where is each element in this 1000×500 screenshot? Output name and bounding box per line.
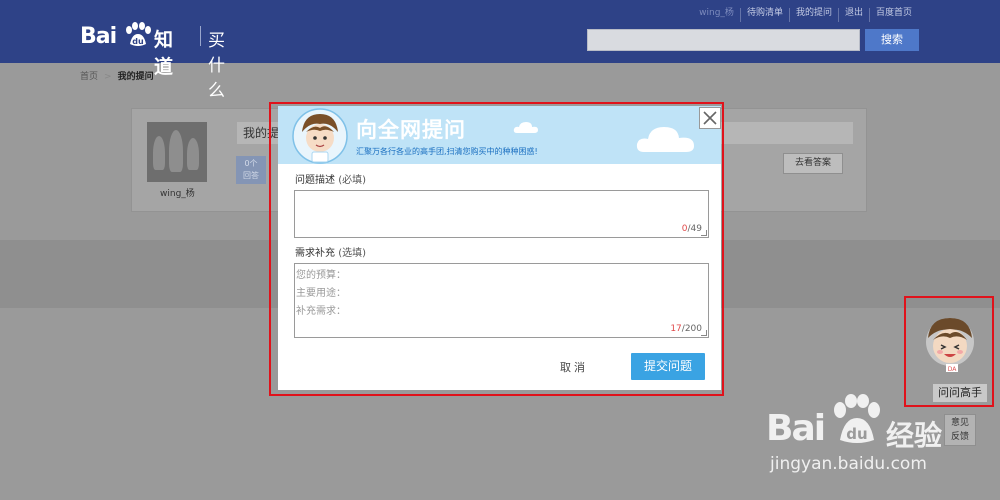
search-button[interactable]: 搜索: [865, 29, 919, 51]
baidu-home-link[interactable]: 百度首页: [868, 8, 918, 22]
supplement-prefill: 您的预算： 主要用途： 补充需求：: [296, 267, 346, 321]
dialog-banner: 向全网提问 汇聚万各行各业的高手团,扫清您购买中的种种困惑!: [278, 106, 721, 164]
supplement-label: 需求补充 (选填): [295, 244, 366, 259]
watermark-url: jingyan.baidu.com: [770, 454, 927, 474]
cloud-icon: [636, 127, 694, 152]
prefill-usage: 主要用途：: [296, 288, 346, 299]
logo-bai-text: Bai: [80, 24, 117, 49]
channel-name[interactable]: 买什么: [208, 26, 225, 101]
supplement-label-text: 需求补充: [295, 248, 335, 259]
svg-text:du: du: [132, 37, 144, 46]
dialog-subtitle: 汇聚万各行各业的高手团,扫清您购买中的种种困惑!: [356, 147, 538, 156]
answer-count-badge: 0个 回答: [236, 156, 266, 184]
close-icon: [703, 111, 717, 125]
feedback-button[interactable]: 意见 反馈: [944, 414, 976, 446]
description-required-note: (必填): [338, 175, 366, 186]
cloud-icon: [513, 122, 538, 133]
helper-badge: DA: [948, 366, 958, 372]
user-link[interactable]: wing_杨: [693, 8, 740, 22]
resize-grip-icon[interactable]: [701, 330, 707, 336]
logo-divider: [200, 26, 201, 46]
supplement-count-used: 17: [670, 324, 682, 334]
description-textarea[interactable]: 0/49: [294, 190, 709, 238]
mascot-icon: [292, 108, 348, 164]
search-input[interactable]: [587, 29, 860, 51]
prefill-budget: 您的预算：: [296, 270, 346, 281]
description-char-counter: 0/49: [682, 224, 702, 234]
supplement-optional-note: (选填): [338, 248, 366, 259]
supplement-count-max: /200: [681, 324, 702, 334]
breadcrumb-separator: >: [104, 72, 112, 82]
supplement-char-counter: 17/200: [670, 324, 702, 334]
top-navigation-bar: Bai du 知道 买什么 wing_杨 待购清单 我的提问 退出 百度首页 搜…: [0, 0, 1000, 101]
answer-count-number: 0个: [244, 159, 258, 168]
logout-link[interactable]: 退出: [837, 8, 869, 22]
ask-question-dialog: 向全网提问 汇聚万各行各业的高手团,扫清您购买中的种种困惑! 问题描述 (必填)…: [278, 106, 721, 390]
baidu-jingyan-watermark: Bai du 经验 jingyan.baidu.com: [766, 392, 966, 492]
watermark-bai-text: Bai: [766, 408, 826, 449]
paw-icon: du: [126, 22, 151, 46]
svg-text:du: du: [846, 425, 867, 443]
description-label-text: 问题描述: [295, 175, 335, 186]
wishlist-link[interactable]: 待购清单: [739, 8, 789, 22]
view-answers-button[interactable]: 去看答案: [783, 153, 843, 174]
feedback-line-2: 反馈: [950, 432, 969, 442]
watermark-paw-icon: du: [834, 394, 880, 443]
answer-count-label: 回答: [243, 171, 259, 180]
my-questions-link[interactable]: 我的提问: [788, 8, 838, 22]
close-button[interactable]: [699, 107, 721, 129]
breadcrumb-current: 我的提问: [117, 72, 154, 82]
feedback-line-1: 意见: [950, 418, 969, 428]
username[interactable]: wing_杨: [160, 186, 195, 199]
submit-question-button[interactable]: 提交问题: [631, 353, 705, 380]
breadcrumb: 首页 > 我的提问: [80, 69, 154, 82]
top-links: wing_杨 待购清单 我的提问 退出 百度首页: [693, 8, 918, 22]
logo-zhidao-text: 知道: [154, 29, 174, 78]
description-count-max: /49: [687, 224, 702, 234]
user-avatar[interactable]: [147, 122, 207, 182]
expert-mascot-icon[interactable]: DA: [922, 312, 978, 372]
description-label: 问题描述 (必填): [295, 171, 366, 186]
watermark-jingyan-text: 经验: [886, 419, 943, 452]
breadcrumb-home[interactable]: 首页: [80, 72, 98, 82]
resize-grip-icon[interactable]: [701, 230, 707, 236]
supplement-textarea[interactable]: 您的预算： 主要用途： 补充需求： 17/200: [294, 263, 709, 338]
ask-expert-button[interactable]: 问问高手: [932, 383, 988, 403]
cancel-button[interactable]: 取消: [560, 359, 588, 375]
prefill-needs: 补充需求：: [296, 306, 346, 317]
dialog-title: 向全网提问: [356, 118, 466, 142]
